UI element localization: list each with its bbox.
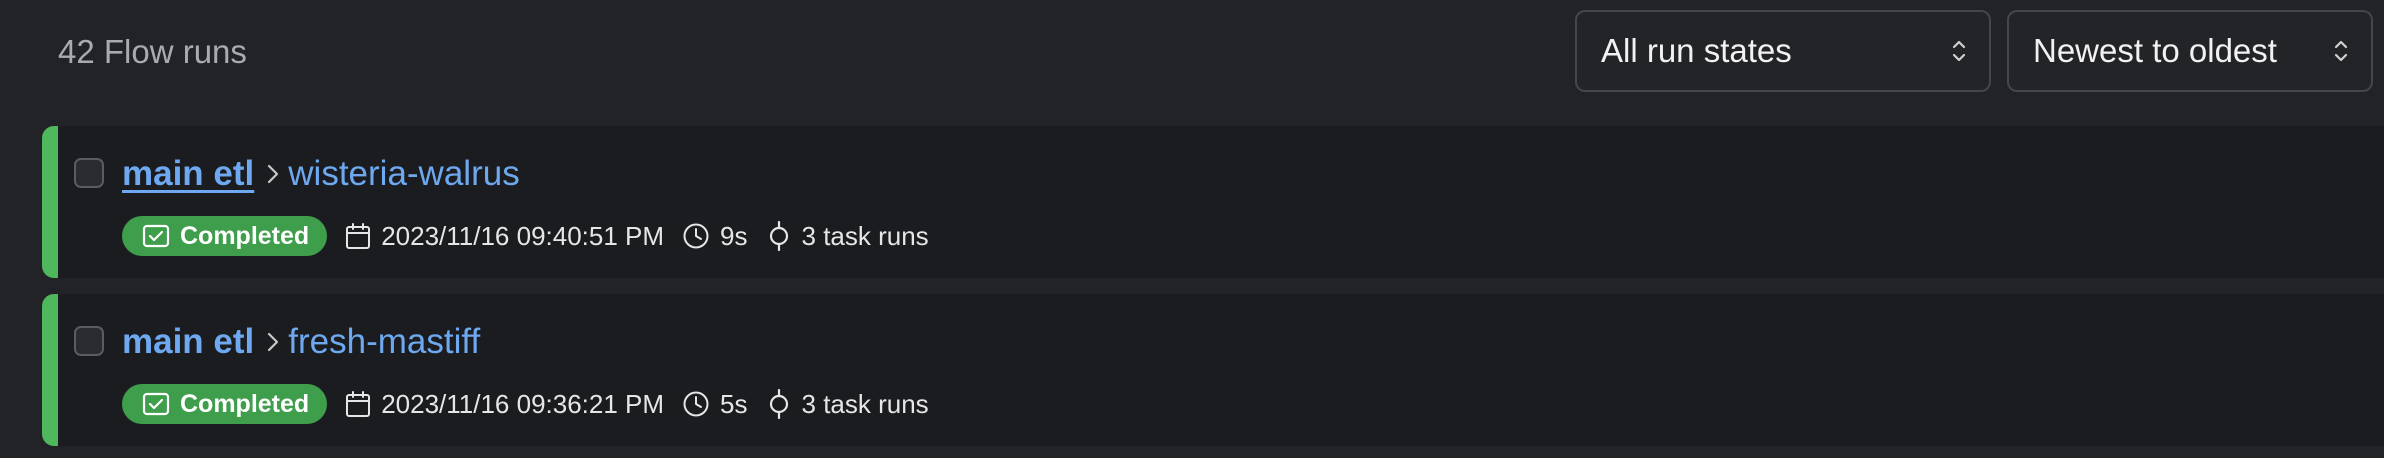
- clock-icon: [683, 391, 709, 417]
- select-run-checkbox[interactable]: [74, 326, 104, 356]
- calendar-icon: [346, 391, 371, 417]
- flow-run-count: 42 Flow runs: [58, 33, 247, 70]
- state-badge: Completed: [122, 384, 328, 424]
- duration-value: 5s: [720, 388, 748, 419]
- task-run-icon: [769, 389, 788, 419]
- flow-run-name-link[interactable]: fresh-mastiff: [288, 320, 480, 364]
- task-runs[interactable]: 3 task runs: [766, 221, 929, 252]
- flow-run-card[interactable]: main etl fresh-mastiff Completed 2023/11…: [42, 294, 2384, 446]
- calendar-icon: [346, 223, 371, 249]
- check-square-icon: [142, 392, 170, 416]
- task-runs[interactable]: 3 task runs: [766, 389, 929, 420]
- flow-run-breadcrumb: main etl fresh-mastiff: [122, 320, 480, 364]
- check-square-icon: [142, 224, 170, 248]
- flow-name-link[interactable]: main etl: [122, 152, 254, 196]
- state-color-bar: [42, 294, 58, 446]
- start-time-value: 2023/11/16 09:40:51 PM: [381, 220, 665, 251]
- task-runs-value: 3 task runs: [801, 388, 929, 419]
- chevron-right-icon: [268, 164, 279, 184]
- flow-run-meta: Completed 2023/11/16 09:40:51 PM 9s 3 ta…: [122, 216, 947, 256]
- select-run-checkbox[interactable]: [74, 158, 104, 188]
- flow-run-card[interactable]: main etl wisteria-walrus Completed 2023/…: [42, 126, 2384, 278]
- flow-runs-page: 42 Flow runs All run states Newest to ol…: [0, 0, 2384, 458]
- run-state-filter-value: All run states: [1601, 32, 1792, 69]
- run-state-filter-select[interactable]: All run states: [1575, 10, 1991, 92]
- flow-run-meta: Completed 2023/11/16 09:36:21 PM 5s 3 ta…: [122, 384, 947, 424]
- start-time: 2023/11/16 09:36:21 PM: [345, 389, 664, 420]
- start-time: 2023/11/16 09:40:51 PM: [345, 221, 664, 252]
- task-runs-value: 3 task runs: [801, 220, 929, 251]
- duration: 9s: [682, 220, 748, 252]
- flow-runs-header: 42 Flow runs All run states Newest to ol…: [0, 0, 2384, 112]
- chevron-up-down-icon: [2334, 40, 2348, 62]
- sort-order-value: Newest to oldest: [2033, 32, 2277, 69]
- task-run-icon: [769, 221, 788, 251]
- sort-order-select[interactable]: Newest to oldest: [2007, 10, 2373, 92]
- state-badge: Completed: [122, 216, 328, 256]
- start-time-value: 2023/11/16 09:36:21 PM: [381, 388, 665, 419]
- duration-value: 9s: [720, 220, 748, 251]
- flow-run-breadcrumb: main etl wisteria-walrus: [122, 152, 520, 196]
- flow-name-link[interactable]: main etl: [122, 320, 254, 364]
- state-label: Completed: [180, 221, 310, 250]
- state-label: Completed: [180, 389, 310, 418]
- clock-icon: [683, 223, 709, 249]
- chevron-right-icon: [268, 332, 279, 352]
- duration: 5s: [682, 388, 748, 420]
- chevron-up-down-icon: [1952, 40, 1966, 62]
- state-color-bar: [42, 126, 58, 278]
- flow-run-name-link[interactable]: wisteria-walrus: [288, 152, 519, 196]
